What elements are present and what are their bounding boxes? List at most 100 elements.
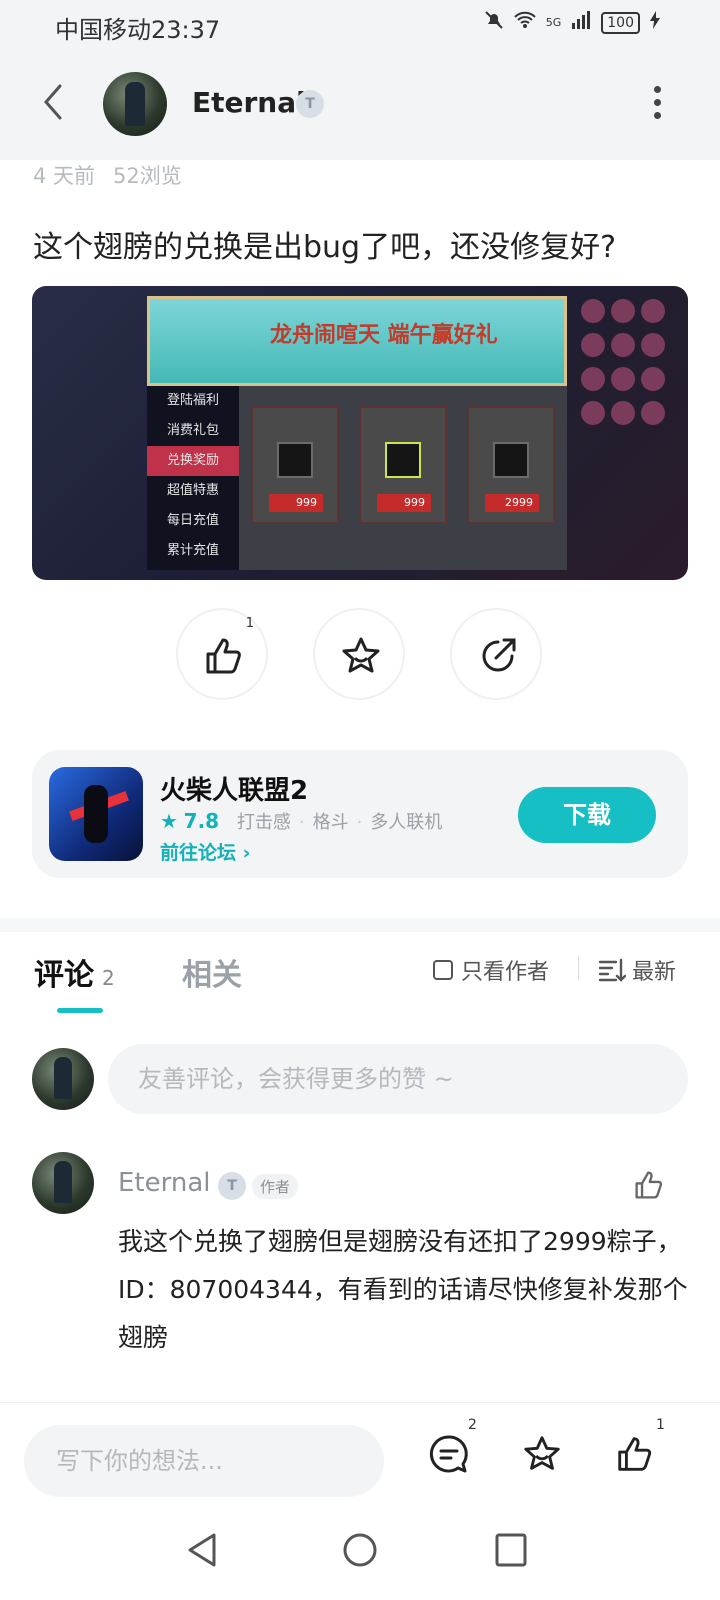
post-actions: 1 xyxy=(0,608,720,704)
item-slot xyxy=(385,442,421,478)
tab-comments[interactable]: 评论 2 xyxy=(34,950,115,994)
game-icon[interactable] xyxy=(49,767,143,861)
author-name[interactable]: Eternal xyxy=(192,86,306,119)
share-icon xyxy=(482,638,516,672)
commenter-level-badge: T xyxy=(218,1172,246,1200)
exchange-panel: 999 999 2999 xyxy=(239,386,567,570)
post-meta: 4 天前 52浏览 xyxy=(33,160,182,190)
mute-icon xyxy=(484,10,504,35)
item-price: 2999 xyxy=(485,494,539,512)
post-views: 52浏览 xyxy=(113,164,182,188)
comment-input[interactable]: 友善评论，会获得更多的赞 ~ xyxy=(108,1044,688,1114)
chevron-left-icon xyxy=(44,84,62,120)
carrier-time: 中国移动23:37 xyxy=(55,16,221,44)
author-level-badge: T xyxy=(296,90,324,118)
charging-icon xyxy=(650,11,660,34)
comment-text: 我这个兑换了翅膀但是翅膀没有还扣了2999粽子，ID：807004344，有看到… xyxy=(118,1227,688,1352)
bottom-bar: 写下你的想法... 2 1 xyxy=(0,1402,720,1502)
post-title: 这个翅膀的兑换是出bug了吧，还没修复好? xyxy=(33,230,617,265)
exchange-card: 2999 xyxy=(467,406,555,524)
item-slot xyxy=(277,442,313,478)
like-count: 1 xyxy=(245,616,254,631)
exchange-card: 999 xyxy=(251,406,339,524)
comment-icon xyxy=(429,1435,468,1473)
game-tag: 多人联机 xyxy=(370,812,443,833)
item-price: 999 xyxy=(269,494,323,512)
chevron-right-icon: › xyxy=(242,842,251,864)
event-menu: 登陆福利 消费礼包 兑换奖励 超值特惠 每日充值 累计充值 xyxy=(147,386,239,570)
bottom-favorite-button[interactable] xyxy=(521,1433,563,1479)
post-content: 4 天前 52浏览 这个翅膀的兑换是出bug了吧，还没修复好? 龙舟闹喧天 端午赢… xyxy=(0,160,720,940)
game-card[interactable]: 火柴人联盟2 ★ 7.8 打击感 · 格斗 · 多人联机 前往论坛 › 下载 xyxy=(32,750,688,878)
forum-link-label: 前往论坛 xyxy=(160,842,237,864)
menu-item: 登陆福利 xyxy=(166,393,219,408)
bottom-like-button[interactable] xyxy=(614,1433,656,1479)
star-icon xyxy=(342,637,380,673)
item-slot xyxy=(493,442,529,478)
sort-label: 最新 xyxy=(632,960,677,985)
tab-comments-label: 评论 xyxy=(34,958,94,993)
divider xyxy=(578,956,579,980)
game-tag: 格斗 xyxy=(312,812,349,833)
favorite-button[interactable] xyxy=(313,608,405,700)
only-author-toggle[interactable]: 只看作者 xyxy=(433,954,549,986)
network-label: 5G xyxy=(545,16,562,29)
menu-item: 累计充值 xyxy=(166,543,219,558)
checkbox-icon xyxy=(433,960,453,980)
event-banner: 龙舟闹喧天 端午赢好礼 xyxy=(147,296,567,386)
game-rating: 7.8 xyxy=(183,809,220,833)
menu-item: 每日充值 xyxy=(166,513,219,528)
author-avatar[interactable] xyxy=(103,72,167,136)
post-age: 4 天前 xyxy=(33,164,96,188)
forum-link[interactable]: 前往论坛 › xyxy=(160,838,250,865)
nav-recents-icon[interactable] xyxy=(494,1532,528,1568)
active-tab-indicator xyxy=(57,1008,103,1013)
thumbs-up-icon xyxy=(635,1171,663,1199)
game-tag: 打击感 xyxy=(236,812,291,833)
post-header: Eternal T xyxy=(0,50,720,160)
commenter-avatar[interactable] xyxy=(32,1152,94,1214)
sort-button[interactable]: 最新 xyxy=(598,954,676,986)
nav-back-icon[interactable] xyxy=(186,1532,218,1568)
game-name: 火柴人联盟2 xyxy=(160,776,309,806)
nav-home-icon[interactable] xyxy=(342,1532,378,1568)
star-icon xyxy=(524,1436,560,1470)
bottom-comment-count: 2 xyxy=(468,1417,477,1433)
menu-item: 超值特惠 xyxy=(166,483,219,498)
more-dot-icon xyxy=(653,99,661,106)
section-divider xyxy=(0,918,720,932)
bottom-comment-button[interactable] xyxy=(428,1433,470,1479)
battery-indicator: 100 xyxy=(601,11,640,34)
share-button[interactable] xyxy=(450,608,542,700)
wifi-icon xyxy=(514,11,536,34)
comment-like-button[interactable] xyxy=(632,1168,666,1206)
comment-count: 2 xyxy=(102,966,115,990)
more-dot-icon xyxy=(653,112,661,119)
banner-text: 龙舟闹喧天 端午赢好礼 xyxy=(270,323,498,348)
post-image[interactable]: 龙舟闹喧天 端午赢好礼 登陆福利 消费礼包 兑换奖励 超值特惠 每日充值 累计充… xyxy=(32,286,688,580)
thumbs-up-icon xyxy=(618,1437,652,1471)
tab-related[interactable]: 相关 xyxy=(182,950,242,994)
commenter-name[interactable]: Eternal xyxy=(118,1168,211,1198)
item-price: 999 xyxy=(377,494,431,512)
only-author-label: 只看作者 xyxy=(461,960,550,985)
star-icon: ★ xyxy=(160,809,178,833)
signal-icon xyxy=(571,11,591,34)
status-icons: 5G 100 xyxy=(484,10,660,35)
exchange-card: 999 xyxy=(359,406,447,524)
more-options-button[interactable] xyxy=(652,86,662,122)
comments-section: 评论 2 相关 只看作者 最新 友善评论，会获得更多的赞 ~ Eternal T … xyxy=(0,932,720,1402)
user-avatar xyxy=(32,1048,94,1110)
more-dot-icon xyxy=(653,86,661,93)
thought-input[interactable]: 写下你的想法... xyxy=(24,1425,384,1497)
download-button[interactable]: 下载 xyxy=(518,787,656,843)
system-nav-bar xyxy=(0,1502,720,1600)
like-button[interactable]: 1 xyxy=(176,608,268,700)
game-side-icons xyxy=(578,296,678,566)
game-meta: ★ 7.8 打击感 · 格斗 · 多人联机 xyxy=(160,809,443,833)
status-bar: 中国移动23:37 5G 100 xyxy=(0,0,720,50)
sort-icon xyxy=(598,958,626,982)
back-button[interactable] xyxy=(38,82,68,122)
menu-item-active: 兑换奖励 xyxy=(147,446,239,476)
thumbs-up-icon xyxy=(206,638,241,674)
